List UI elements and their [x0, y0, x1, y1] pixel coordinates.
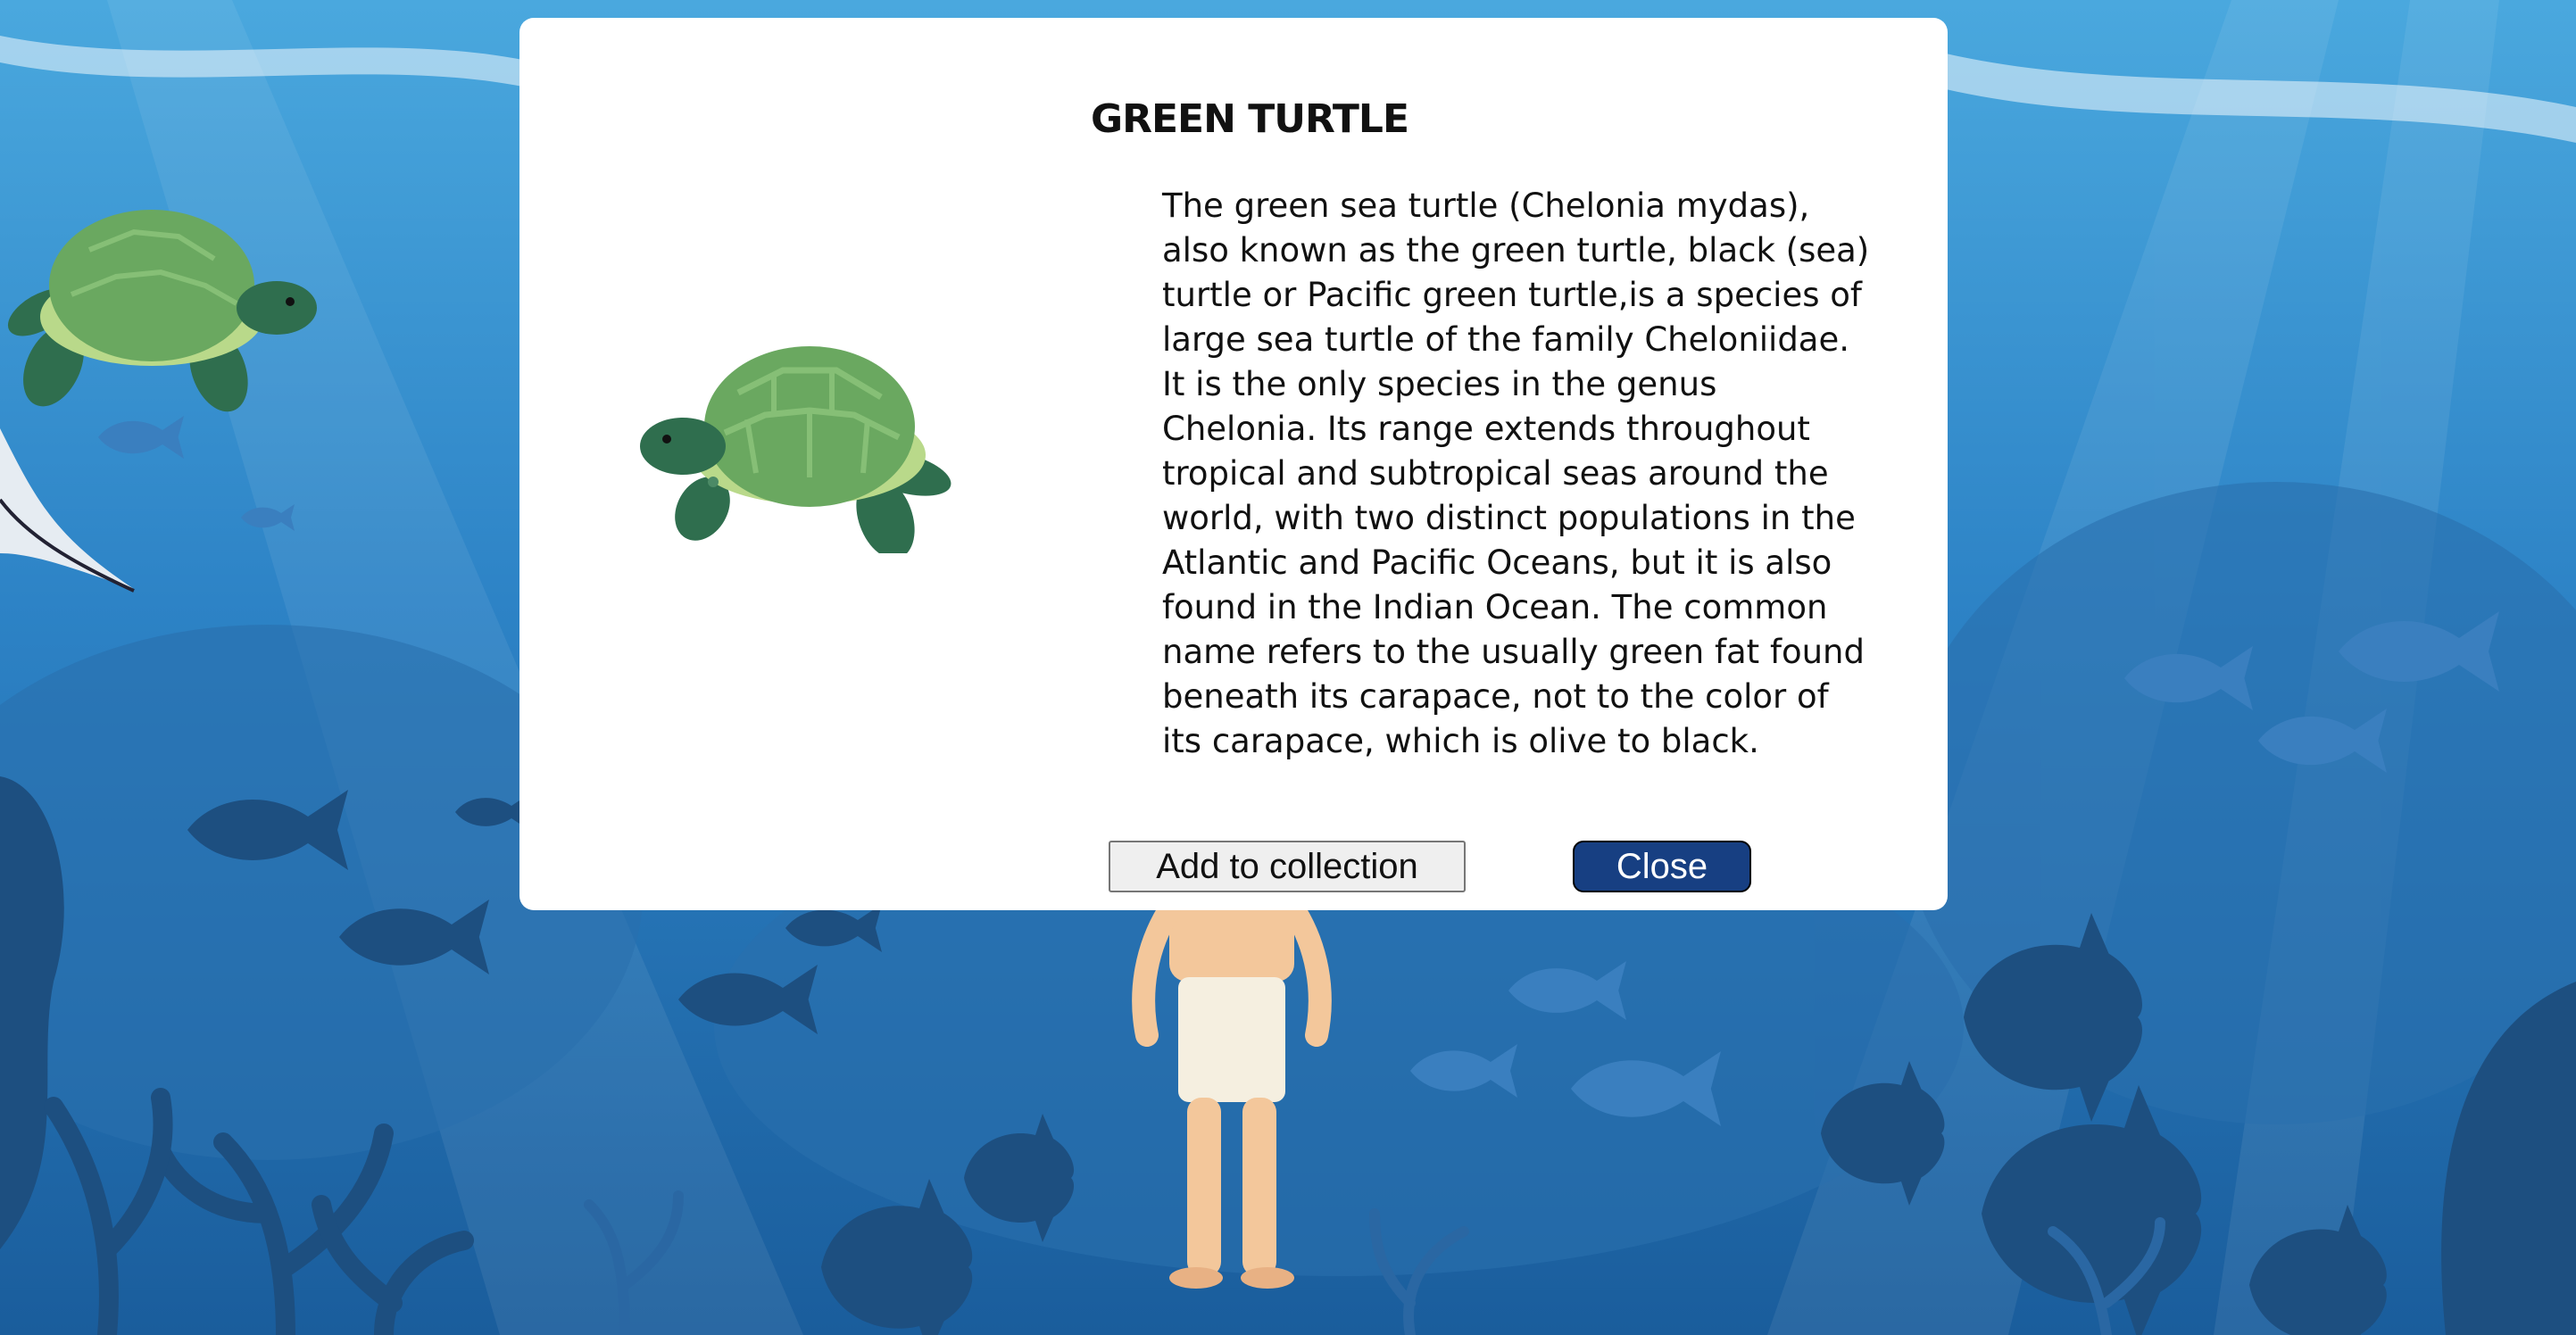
close-button[interactable]: Close: [1573, 841, 1751, 892]
info-modal: GREEN TURTLE The green sea turtle (Chelo…: [519, 18, 1948, 910]
species-description: The green sea turtle (Chelonia mydas), a…: [1162, 187, 1870, 760]
green-turtle-image: [640, 346, 951, 553]
add-to-collection-button[interactable]: Add to collection: [1109, 841, 1466, 892]
modal-title: GREEN TURTLE: [1091, 96, 1409, 142]
